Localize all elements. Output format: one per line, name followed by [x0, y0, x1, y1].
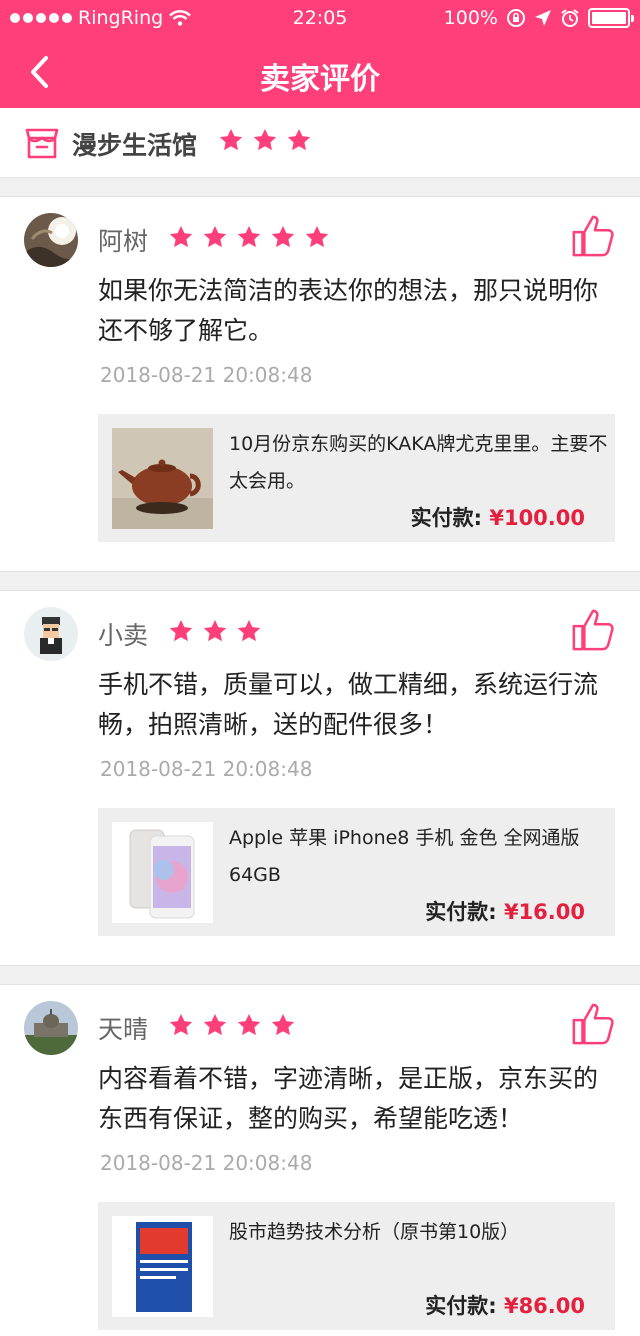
star-icon [286, 127, 312, 153]
review-rating [168, 1012, 296, 1038]
star-icon [270, 1012, 296, 1038]
reviewer-name: 小卖 [98, 621, 149, 650]
rotation-lock-icon [507, 9, 525, 27]
review-rating [168, 224, 330, 250]
star-icon [168, 618, 194, 644]
star-icon [218, 127, 244, 153]
battery-percent: 100% [443, 7, 498, 29]
store-icon [25, 128, 59, 159]
review-text: 手机不错，质量可以，做工精细，系统运行流畅，拍照清晰，送的配件很多！ [98, 670, 599, 739]
product-name: 股市趋势技术分析（原书第10版） [229, 1221, 520, 1243]
shop-header[interactable]: 漫步生活馆 [0, 108, 640, 178]
page-title: 卖家评价 [260, 62, 380, 97]
star-icon [168, 224, 194, 250]
price-amount: ¥100.00 [489, 506, 585, 530]
product-image [112, 822, 213, 923]
thumbs-up-icon[interactable] [570, 607, 616, 653]
review-date: 2018-08-21 20:08:48 [100, 363, 313, 387]
reviewer-name: 阿树 [98, 227, 149, 256]
product-image [112, 428, 213, 529]
star-icon [202, 1012, 228, 1038]
alarm-icon [561, 9, 579, 27]
price-label: 实付款: [425, 900, 497, 924]
star-icon [270, 224, 296, 250]
review-text: 如果你无法简洁的表达你的想法，那只说明你还不够了解它。 [98, 276, 599, 345]
review-card: 阿树 如果你无法简洁的表达你的想法，那只说明你还不够了解它。 2018-08-2… [0, 196, 640, 572]
status-bar: RingRing 22:05 100% [0, 0, 640, 36]
review-text: 内容看着不错，字迹清晰，是正版，京东买的东西有保证，整的购买，希望能吃透！ [98, 1064, 599, 1133]
star-icon [236, 1012, 262, 1038]
product-card[interactable]: 股市趋势技术分析（原书第10版） 实付款: ¥86.00 [98, 1202, 615, 1330]
avatar[interactable] [24, 1001, 78, 1055]
shop-name: 漫步生活馆 [72, 131, 198, 160]
price-label: 实付款: [410, 506, 483, 530]
price: 实付款: ¥16.00 [425, 896, 585, 926]
review-date: 2018-08-21 20:08:48 [100, 1151, 313, 1175]
star-icon [304, 224, 330, 250]
price-label: 实付款: [425, 1294, 497, 1318]
thumbs-up-icon[interactable] [570, 1001, 616, 1047]
avatar[interactable] [24, 607, 78, 661]
product-name: Apple 苹果 iPhone8 手机 金色 全网通版 64GB [229, 827, 580, 886]
review-card: 天晴 内容看着不错，字迹清晰，是正版，京东买的东西有保证，整的购买，希望能吃透！… [0, 984, 640, 1336]
product-image [112, 1216, 213, 1317]
battery-icon [588, 8, 634, 28]
price: 实付款: ¥86.00 [425, 1290, 585, 1320]
star-icon [202, 224, 228, 250]
star-icon [168, 1012, 194, 1038]
shop-rating [218, 127, 312, 153]
price-amount: ¥86.00 [503, 1294, 585, 1318]
nav-bar: 卖家评价 [0, 36, 640, 108]
avatar[interactable] [24, 213, 78, 267]
star-icon [252, 127, 278, 153]
review-rating [168, 618, 262, 644]
top-bar: RingRing 22:05 100% 卖家评价 [0, 0, 640, 108]
review-date: 2018-08-21 20:08:48 [100, 757, 313, 781]
review-card: 小卖 手机不错，质量可以，做工精细，系统运行流畅，拍照清晰，送的配件很多！ 20… [0, 590, 640, 966]
star-icon [236, 618, 262, 644]
reviewer-name: 天晴 [98, 1015, 149, 1044]
product-card[interactable]: Apple 苹果 iPhone8 手机 金色 全网通版 64GB 实付款: ¥1… [98, 808, 615, 936]
star-icon [236, 224, 262, 250]
product-name: 10月份京东购买的KAKA牌尤克里里。主要不太会用。 [229, 433, 608, 492]
location-icon [535, 10, 551, 26]
star-icon [202, 618, 228, 644]
thumbs-up-icon[interactable] [570, 213, 616, 259]
price: 实付款: ¥100.00 [411, 502, 585, 532]
price-amount: ¥16.00 [503, 900, 585, 924]
product-card[interactable]: 10月份京东购买的KAKA牌尤克里里。主要不太会用。 实付款: ¥100.00 [98, 414, 615, 542]
